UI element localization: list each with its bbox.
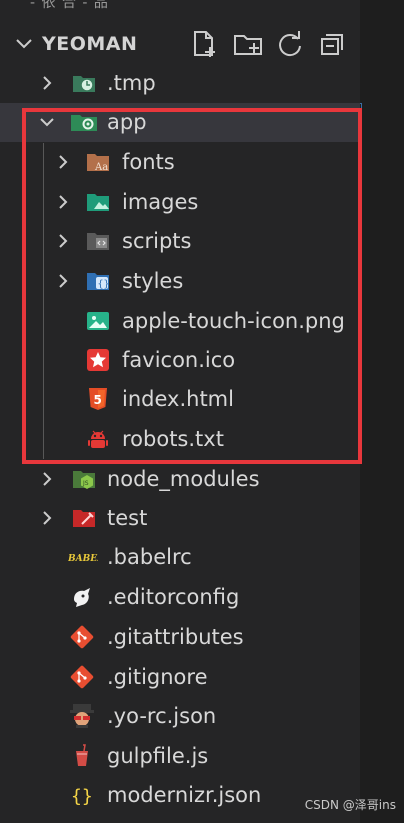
chevron-down-icon[interactable] xyxy=(14,34,34,54)
chevron-right-icon[interactable] xyxy=(54,232,72,250)
chevron-right-icon[interactable] xyxy=(54,272,72,290)
tree-label: fonts xyxy=(122,150,175,174)
chevron-down-icon[interactable] xyxy=(38,113,56,131)
image-file-icon xyxy=(87,312,109,330)
svg-text:Aa: Aa xyxy=(94,162,108,173)
json-file-icon: {} xyxy=(71,786,93,807)
tree-row-apple-touch-icon[interactable]: apple-touch-icon.png xyxy=(0,302,360,341)
chevron-right-icon[interactable] xyxy=(38,74,56,92)
svg-text:{}: {} xyxy=(71,786,93,807)
collapse-all-icon[interactable] xyxy=(316,28,348,60)
tree-row-gitattributes[interactable]: .gitattributes xyxy=(0,618,360,657)
tree-label: .editorconfig xyxy=(107,585,240,609)
new-file-icon[interactable] xyxy=(188,28,220,60)
tree-label: .gitattributes xyxy=(107,625,244,649)
chevron-right-icon[interactable] xyxy=(38,509,56,527)
tree-label: test xyxy=(107,506,148,530)
tree-label: index.html xyxy=(122,387,234,411)
tree-row-fonts[interactable]: Aa fonts xyxy=(0,143,360,182)
scripts-folder-icon xyxy=(87,233,109,250)
editorconfig-file-icon xyxy=(74,588,90,607)
tree-row-gitignore[interactable]: .gitignore xyxy=(0,658,360,697)
fonts-folder-icon: Aa xyxy=(87,154,109,173)
tree-row-index-html[interactable]: 5 index.html xyxy=(0,380,360,419)
tree-row-styles[interactable]: {} styles xyxy=(0,262,360,301)
tree-label: gulpfile.js xyxy=(107,744,209,768)
tmp-folder-icon xyxy=(73,76,95,92)
babel-file-icon: BABEL xyxy=(68,554,98,564)
tree-label: app xyxy=(107,110,147,134)
tree-row-robots[interactable]: robots.txt xyxy=(0,420,360,459)
git-file-icon xyxy=(70,625,94,649)
tree-row-yo-rc[interactable]: .yo-rc.json xyxy=(0,697,360,736)
section-header[interactable]: YEOMAN xyxy=(0,24,360,64)
tree-row-babelrc[interactable]: BABEL .babelrc xyxy=(0,538,360,577)
top-strip: - 依 合 - 品 xyxy=(0,0,360,22)
tree-row-tmp[interactable]: .tmp xyxy=(0,64,360,103)
tree-label: .babelrc xyxy=(107,545,192,569)
images-folder-icon xyxy=(87,194,109,211)
gulp-file-icon xyxy=(76,744,88,766)
git-file-icon xyxy=(70,665,94,689)
tree-label: styles xyxy=(122,269,184,293)
tree-row-editorconfig[interactable]: .editorconfig xyxy=(0,578,360,617)
html5-file-icon: 5 xyxy=(89,388,107,410)
tree-row-scripts[interactable]: scripts xyxy=(0,222,360,261)
tree-label: modernizr.json xyxy=(107,783,262,807)
yeoman-file-icon xyxy=(70,704,94,728)
tree-label: .tmp xyxy=(107,71,156,95)
tree-label: robots.txt xyxy=(122,427,224,451)
tree-row-gulpfile[interactable]: gulpfile.js xyxy=(0,737,360,776)
section-title: YEOMAN xyxy=(42,33,138,55)
svg-text:5: 5 xyxy=(94,393,102,407)
robot-file-icon xyxy=(88,430,108,448)
tree-label: apple-touch-icon.png xyxy=(122,309,345,333)
new-folder-icon[interactable] xyxy=(232,28,264,60)
watermark: CSDN @泽哥ins xyxy=(304,798,396,812)
tree-row-images[interactable]: images xyxy=(0,183,360,222)
scrollbar-track[interactable] xyxy=(360,0,404,823)
tree-row-app[interactable]: app xyxy=(0,103,360,142)
chevron-right-icon[interactable] xyxy=(54,153,72,171)
tree-row-node-modules[interactable]: JS node_modules xyxy=(0,460,360,499)
chevron-right-icon[interactable] xyxy=(54,193,72,211)
svg-text:BABEL: BABEL xyxy=(68,554,98,564)
tree-label: node_modules xyxy=(107,467,260,491)
svg-text:JS: JS xyxy=(82,480,89,487)
node-modules-folder-icon: JS xyxy=(73,471,95,489)
tree-row-test[interactable]: test xyxy=(0,499,360,538)
styles-folder-icon: {} xyxy=(87,273,110,290)
app-folder-icon xyxy=(71,115,97,131)
tree-label: scripts xyxy=(122,229,192,253)
chevron-right-icon[interactable] xyxy=(38,470,56,488)
tree-row-favicon[interactable]: favicon.ico xyxy=(0,341,360,380)
top-strip-text: - 依 合 - 品 xyxy=(30,0,109,11)
svg-text:{}: {} xyxy=(98,279,110,290)
favicon-file-icon xyxy=(87,349,109,371)
refresh-icon[interactable] xyxy=(274,28,306,60)
tree-label: images xyxy=(122,190,199,214)
tree-label: favicon.ico xyxy=(122,348,236,372)
tree-label: .gitignore xyxy=(107,665,208,689)
test-folder-icon xyxy=(73,510,95,527)
tree-label: .yo-rc.json xyxy=(107,704,217,728)
